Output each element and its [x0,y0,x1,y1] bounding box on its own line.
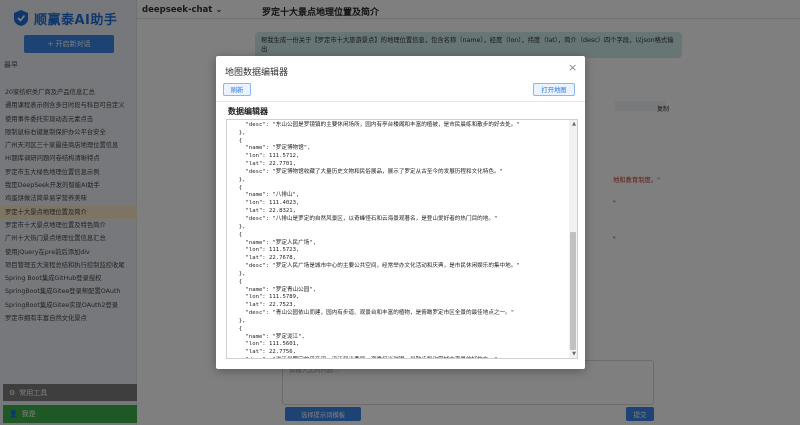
scroll-down-icon[interactable]: ▼ [572,351,576,357]
close-icon[interactable]: × [568,62,577,73]
json-editor-content[interactable]: "lat": 22.7689, "desc": "东山公园是罗镜镇的主要休闲场所… [232,120,567,358]
editor-title: 数据编辑器 [228,107,268,116]
modal-title: 地图数据编辑器 [225,68,289,78]
editor-scrollbar[interactable]: ▲ ▼ [569,120,577,358]
refresh-button[interactable]: 刷新 [223,83,251,96]
map-data-editor-modal: 地图数据编辑器 × 刷新 打开地图 数据编辑器 "lat": 22.7689, … [216,56,585,369]
scrollbar-thumb[interactable] [570,232,576,350]
modal-divider [216,101,585,102]
scroll-up-icon[interactable]: ▲ [572,121,576,127]
json-editor[interactable]: "lat": 22.7689, "desc": "东山公园是罗镜镇的主要休闲场所… [226,119,578,359]
open-map-button[interactable]: 打开地图 [533,83,575,96]
